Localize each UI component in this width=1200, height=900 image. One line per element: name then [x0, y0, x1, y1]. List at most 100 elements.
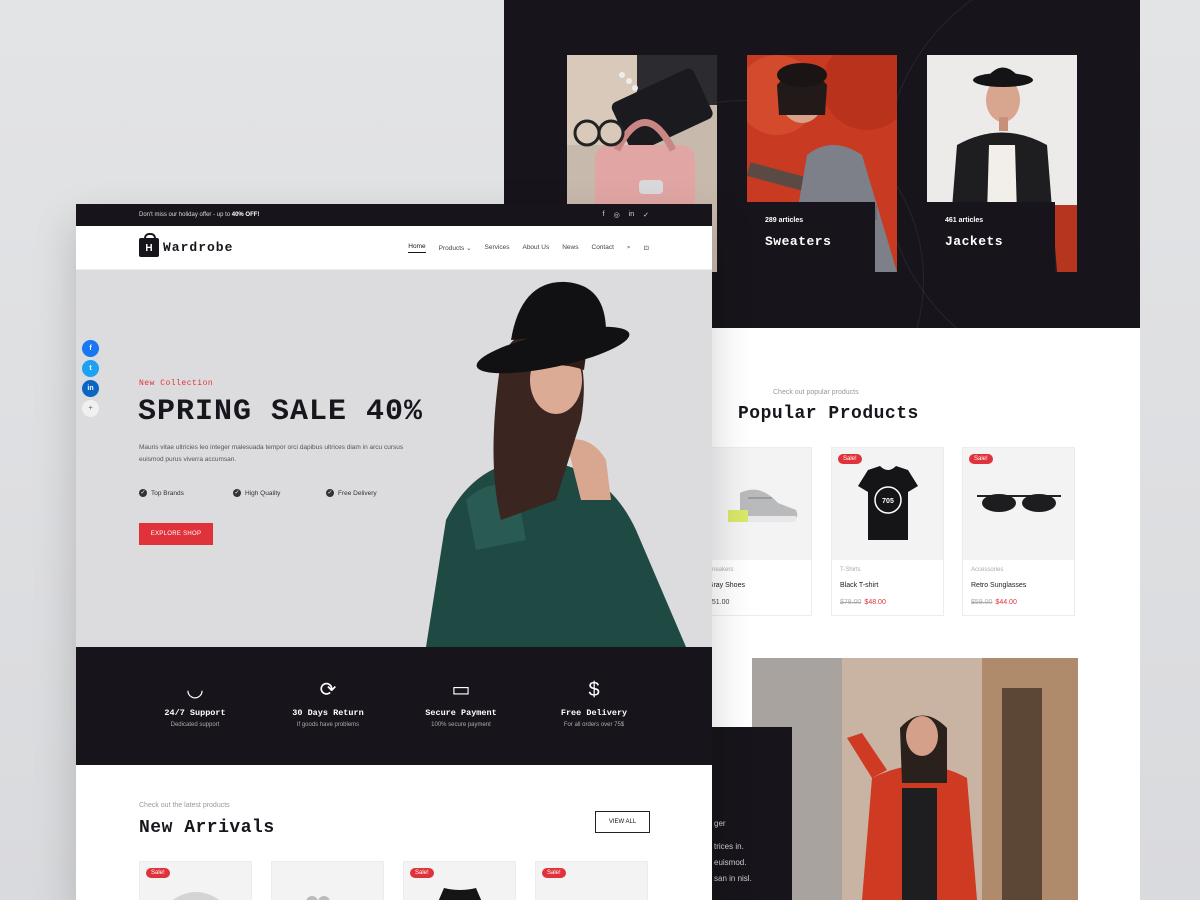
nav-home[interactable]: Home — [408, 243, 426, 253]
service-title: Free Delivery — [560, 708, 628, 718]
product-category: Accessories — [971, 567, 1004, 573]
product-card-retro-sunglasses[interactable]: Sale! Accessories Retro Sunglasses $59.0… — [962, 447, 1075, 616]
promo-text-panel: ger trices in. euismod. san in nisl. — [712, 727, 792, 900]
product-image: Sale! — [963, 448, 1074, 560]
category-name[interactable]: Jackets — [945, 234, 1037, 249]
search-icon[interactable]: ⌕ — [627, 244, 631, 252]
woman-red-coat-photo — [752, 658, 1078, 900]
product-image — [700, 448, 811, 560]
product-category: Sneakers — [708, 567, 734, 573]
logo-mark: H — [145, 243, 153, 254]
promo-text: Don't miss our holiday offer - up to — [139, 212, 232, 218]
product-price: $78.00 $48.00 — [840, 599, 943, 606]
product-name[interactable]: Black T-shirt — [840, 582, 943, 589]
price-old: $78.00 — [840, 599, 862, 606]
view-all-button[interactable]: VIEW ALL — [595, 811, 650, 833]
price-current: $48.00 — [864, 599, 886, 606]
nav-about[interactable]: About Us — [522, 244, 549, 251]
promo-highlight: 40% OFF! — [231, 212, 260, 218]
promo-line: ger — [714, 819, 726, 828]
nav-products[interactable]: Products ⌄ — [439, 244, 472, 252]
hero-feature: ✓ Free Delivery — [326, 489, 377, 497]
promo-line: san in nisl. — [714, 874, 752, 883]
linkedin-share-icon[interactable]: in — [82, 380, 99, 397]
service-title: Secure Payment — [425, 708, 497, 718]
service-payment: ▭ Secure Payment 100% secure payment — [401, 677, 521, 728]
product-image: 705 Sale! — [832, 448, 943, 560]
product-card-gray-shoes[interactable]: Sneakers Gray Shoes $51.00 — [699, 447, 812, 616]
service-delivery: $ Free Delivery For all orders over 75$ — [534, 677, 654, 728]
arrivals-title: New Arrivals — [139, 818, 275, 838]
sunglasses-image — [977, 494, 1061, 512]
product-name[interactable]: Retro Sunglasses — [971, 582, 1074, 589]
price-old: $59.00 — [971, 599, 993, 606]
headset-icon: ◡ — [186, 679, 204, 701]
logo[interactable]: H Wardrobe — [139, 233, 234, 257]
nav-menu: Home Products ⌄ Services About Us News C… — [408, 243, 649, 253]
arrival-card[interactable] — [271, 861, 384, 900]
category-card-sweaters[interactable]: 289 articles Sweaters — [747, 55, 897, 272]
category-info: 461 articles Jackets — [927, 202, 1055, 272]
arrival-card[interactable]: Sale! — [139, 861, 252, 900]
topbar-promo: Don't miss our holiday offer - up to 40%… — [139, 212, 259, 218]
front-page: Don't miss our holiday offer - up to 40%… — [76, 204, 712, 900]
logo-text: Wardrobe — [163, 240, 234, 255]
hero-feature: ✓ Top Brands — [139, 489, 184, 497]
arrival-card[interactable]: Sale! — [535, 861, 648, 900]
nav-contact[interactable]: Contact — [592, 244, 614, 251]
hero-feature: ✓ High Quality — [233, 489, 280, 497]
product-card-black-tshirt[interactable]: 705 Sale! T-Shirts Black T-shirt $78.00 $… — [831, 447, 944, 616]
product-name[interactable]: Gray Shoes — [708, 582, 811, 589]
product-price: $59.00 $44.00 — [971, 599, 1074, 606]
instagram-icon[interactable]: ◎ — [614, 211, 620, 219]
hero-section: New Collection SPRING SALE 40% Mauris vi… — [76, 270, 712, 647]
linkedin-icon[interactable]: in — [629, 211, 634, 219]
category-info: 289 articles Sweaters — [747, 202, 875, 272]
category-name[interactable]: Sweaters — [765, 234, 857, 249]
popular-subtitle: Check out popular products — [773, 389, 859, 396]
arrivals-subtitle: Check out the latest products — [139, 802, 230, 809]
hero-description: Mauris vitae ultricies leo integer males… — [139, 444, 404, 463]
promo-photo — [752, 658, 1078, 900]
arrival-card[interactable]: Sale! — [403, 861, 516, 900]
facebook-icon[interactable]: f — [603, 211, 605, 219]
service-title: 24/7 Support — [164, 708, 226, 718]
check-icon: ✓ — [326, 489, 334, 497]
promo-line: euismod. — [714, 858, 747, 867]
category-count: 289 articles — [765, 217, 804, 224]
sale-badge: Sale! — [838, 454, 862, 464]
svg-text:705: 705 — [882, 498, 894, 505]
service-subtitle: If goods have problems — [296, 722, 360, 728]
nav-news[interactable]: News — [562, 244, 578, 251]
feature-label: Free Delivery — [338, 489, 377, 497]
topbar-social: f ◎ in ✓ — [603, 211, 649, 219]
plus-share-icon[interactable]: + — [82, 400, 99, 417]
card-icon: ▭ — [451, 679, 471, 701]
check-icon: ✓ — [233, 489, 241, 497]
category-card-jackets[interactable]: 461 articles Jackets — [927, 55, 1077, 272]
service-return: ⟳ 30 Days Return If goods have problems — [268, 677, 388, 728]
explore-shop-button[interactable]: EXPLORE SHOP — [139, 523, 213, 545]
watch-image — [306, 896, 330, 900]
service-subtitle: Dedicated support — [170, 722, 220, 728]
price-current: $44.00 — [995, 599, 1017, 606]
hero-model-photo — [426, 281, 686, 647]
hero-kicker: New Collection — [139, 379, 214, 388]
bag-logo-icon: H — [139, 233, 159, 257]
facebook-share-icon[interactable]: f — [82, 340, 99, 357]
twitter-icon[interactable]: ✓ — [643, 211, 649, 219]
services-strip: ◡ 24/7 Support Dedicated support ⟳ 30 Da… — [76, 647, 712, 765]
service-support: ◡ 24/7 Support Dedicated support — [135, 677, 255, 728]
sale-badge: Sale! — [969, 454, 993, 464]
sale-badge: Sale! — [146, 868, 170, 878]
hero-title: SPRING SALE 40% — [138, 395, 424, 429]
twitter-share-icon[interactable]: t — [82, 360, 99, 377]
check-icon: ✓ — [139, 489, 147, 497]
delivery-icon: $ — [588, 679, 600, 701]
service-subtitle: For all orders over 75$ — [563, 722, 625, 728]
nav-products-label: Products — [438, 244, 465, 252]
service-title: 30 Days Return — [292, 708, 364, 718]
chevron-down-icon: ⌄ — [466, 244, 472, 252]
nav-services[interactable]: Services — [485, 244, 510, 251]
cart-icon[interactable]: ⊡ — [644, 244, 649, 252]
